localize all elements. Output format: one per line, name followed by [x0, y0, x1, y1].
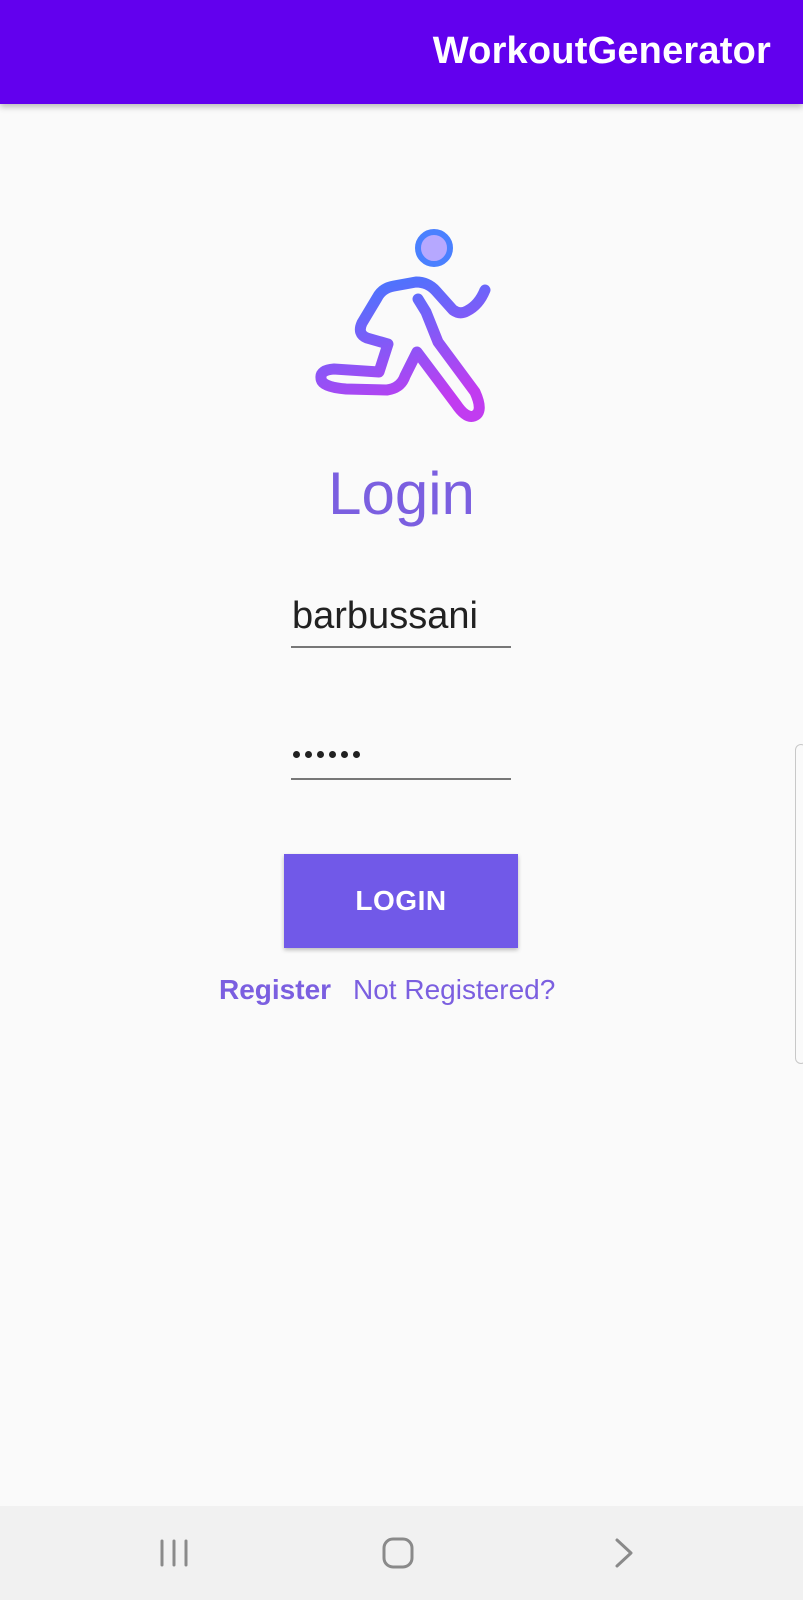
- username-field[interactable]: barbussani: [291, 590, 511, 648]
- register-link[interactable]: Register: [219, 972, 331, 1008]
- username-value: barbussani: [292, 595, 478, 637]
- not-registered-text: Not Registered?: [353, 974, 556, 1005]
- home-button[interactable]: [338, 1506, 458, 1600]
- back-chevron-icon: [615, 1538, 633, 1568]
- recents-icon: [160, 1539, 188, 1567]
- login-heading: Login: [328, 460, 475, 527]
- app-bar: WorkoutGenerator: [0, 0, 803, 104]
- edge-panel-handle[interactable]: [795, 744, 803, 1064]
- login-button[interactable]: LOGIN: [284, 854, 518, 948]
- running-person-icon: [315, 229, 491, 422]
- recents-button[interactable]: [114, 1506, 234, 1600]
- password-dots: [293, 751, 360, 758]
- back-button[interactable]: [564, 1506, 684, 1600]
- register-row: Register Not Registered?: [0, 972, 803, 1012]
- app-title: WorkoutGenerator: [432, 30, 771, 72]
- home-icon: [382, 1537, 414, 1569]
- system-nav-bar: [0, 1506, 803, 1600]
- password-field[interactable]: [291, 722, 511, 780]
